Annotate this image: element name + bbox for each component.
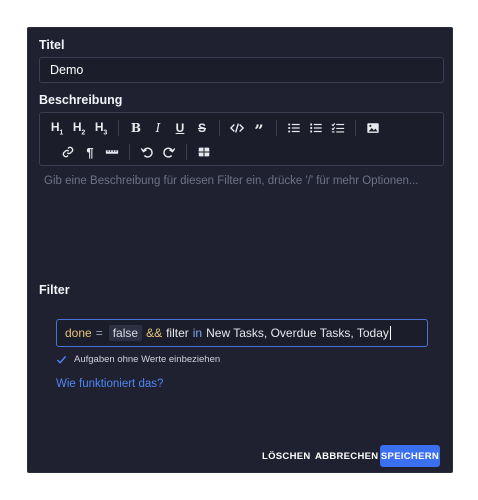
include-nulls-checkbox[interactable]: Aufgaben ohne Werte einbeziehen	[56, 354, 220, 365]
delete-button[interactable]: LÖSCHEN	[262, 451, 311, 462]
checkmark-icon	[56, 355, 67, 364]
strikethrough-icon[interactable]: S	[191, 118, 213, 138]
link-icon[interactable]	[57, 142, 79, 162]
heading-1-icon[interactable]: H1	[46, 118, 68, 138]
filter-query-input[interactable]: done = false && filter in New Tasks, Ove…	[56, 319, 428, 347]
filter-edit-panel: Titel Demo Beschreibung H1 H2 H3 B I U S…	[27, 27, 453, 473]
filter-token-in: in	[192, 326, 203, 340]
heading-2-icon[interactable]: H2	[68, 118, 90, 138]
filter-token-and: &&	[146, 326, 163, 340]
toolbar-divider	[276, 120, 277, 136]
toolbar-divider	[186, 144, 187, 160]
filter-token-field: filter	[166, 326, 189, 340]
filter-token-key: done	[65, 326, 92, 340]
redo-icon[interactable]	[158, 142, 180, 162]
text-caret	[389, 326, 391, 340]
paragraph-icon[interactable]: ¶	[79, 142, 101, 162]
underline-icon[interactable]: U	[169, 118, 191, 138]
task-list-icon[interactable]	[327, 118, 349, 138]
include-nulls-label: Aufgaben ohne Werte einbeziehen	[74, 354, 221, 365]
description-editor-toolbar: H1 H2 H3 B I U S ” ¶	[39, 112, 444, 166]
description-label: Beschreibung	[39, 93, 123, 107]
title-input-value: Demo	[50, 63, 84, 77]
toolbar-divider	[219, 120, 220, 136]
toolbar-divider	[118, 120, 119, 136]
table-icon[interactable]	[193, 142, 215, 162]
filter-token-value: false	[108, 325, 143, 341]
cancel-button[interactable]: ABBRECHEN	[315, 451, 378, 462]
title-input[interactable]: Demo	[39, 57, 444, 83]
toolbar-row-2: ¶	[57, 141, 215, 163]
code-icon[interactable]	[226, 118, 248, 138]
quote-icon[interactable]: ”	[248, 118, 270, 139]
filter-label: Filter	[39, 283, 70, 297]
heading-3-icon[interactable]: H3	[90, 118, 112, 138]
save-button[interactable]: SPEICHERN	[380, 445, 440, 467]
bullet-list-icon[interactable]	[283, 118, 305, 138]
filter-token-operator: =	[95, 326, 103, 340]
filter-token-list: New Tasks, Overdue Tasks, Today	[206, 326, 389, 340]
toolbar-divider	[355, 120, 356, 136]
horizontal-rule-icon[interactable]	[101, 142, 123, 162]
toolbar-divider	[129, 144, 130, 160]
title-label: Titel	[39, 38, 65, 52]
image-icon[interactable]	[362, 118, 384, 138]
bold-icon[interactable]: B	[125, 118, 147, 138]
help-link[interactable]: Wie funktioniert das?	[56, 378, 163, 390]
ordered-list-icon[interactable]	[305, 118, 327, 138]
undo-icon[interactable]	[136, 142, 158, 162]
description-placeholder[interactable]: Gib eine Beschreibung für diesen Filter …	[44, 175, 419, 187]
italic-icon[interactable]: I	[147, 118, 169, 138]
toolbar-row-1: H1 H2 H3 B I U S ”	[46, 117, 384, 139]
